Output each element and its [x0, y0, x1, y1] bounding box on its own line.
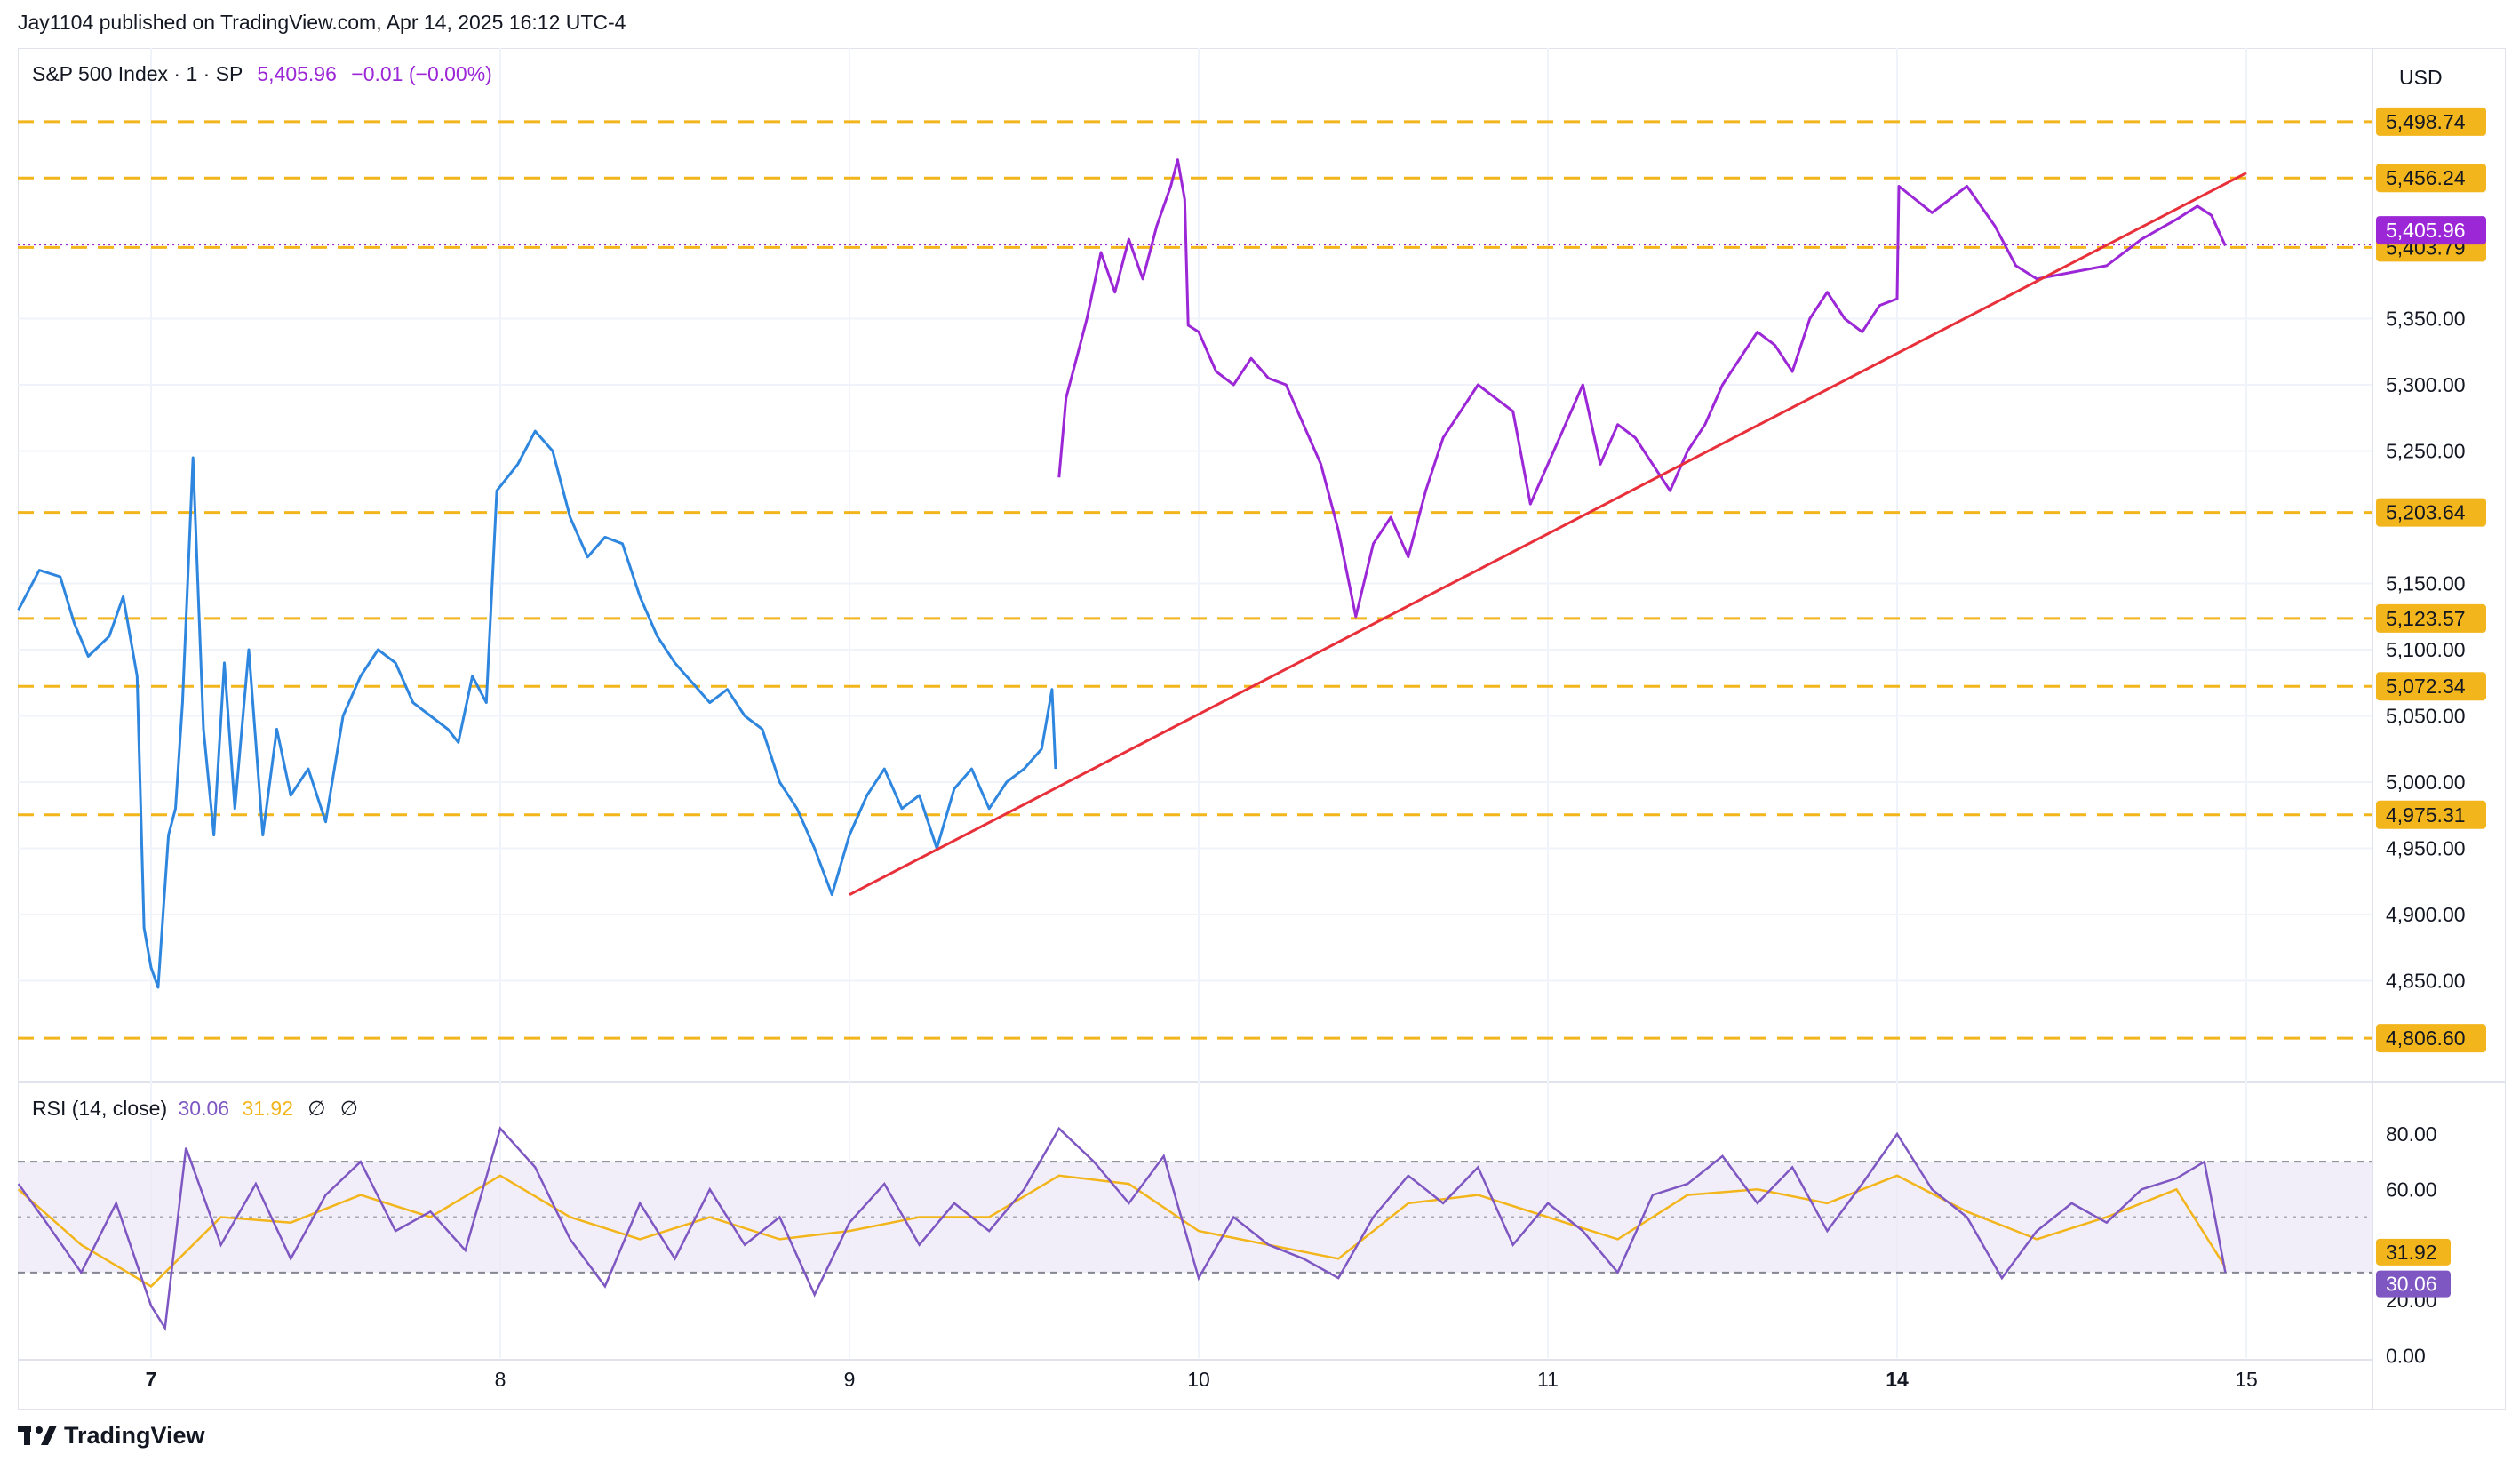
level-price-label: 5,072.34	[2386, 675, 2466, 698]
rsi-ma-legend-value: 31.92	[242, 1097, 294, 1120]
price-tick-label: 5,300.00	[2386, 373, 2466, 396]
price-tick-label: 5,050.00	[2386, 705, 2466, 728]
brand-name: TradingView	[64, 1422, 205, 1449]
level-price-label: 5,203.64	[2386, 501, 2466, 524]
rsi-tick-label: 0.00	[2386, 1344, 2426, 1367]
time-tick-label: 10	[1187, 1368, 1210, 1391]
last-price: 5,405.96	[257, 62, 337, 85]
price-tick-label: 5,150.00	[2386, 572, 2466, 595]
time-tick-label: 15	[2235, 1368, 2258, 1391]
rsi-na-2: ∅	[339, 1097, 358, 1120]
time-tick-label: 7	[146, 1368, 157, 1391]
tradingview-brand[interactable]: TradingView	[18, 1422, 205, 1450]
price-tick-label: 4,950.00	[2386, 837, 2466, 860]
level-price-label: 5,123.57	[2386, 607, 2466, 630]
rsi-tag-label: 30.06	[2386, 1273, 2437, 1296]
rsi-indicator-name[interactable]: RSI (14, close)	[32, 1097, 167, 1120]
time-tick-label: 11	[1537, 1368, 1559, 1391]
symbol-legend[interactable]: S&P 500 Index · 1 · SP 5,405.96 −0.01 (−…	[32, 62, 492, 86]
last-price-tag-label: 5,405.96	[2386, 219, 2466, 242]
price-tick-label: 5,000.00	[2386, 771, 2466, 794]
symbol-name[interactable]: S&P 500 Index · 1 · SP	[32, 62, 243, 85]
time-tick-label: 14	[1886, 1368, 1909, 1391]
rsi-legend[interactable]: RSI (14, close) 30.06 31.92 ∅ ∅	[32, 1097, 358, 1121]
price-tick-label: 5,350.00	[2386, 308, 2466, 331]
price-change: −0.01 (−0.00%)	[351, 62, 492, 85]
chart-canvas[interactable]: 4,850.00 4,900.00 4,950.00 5,000.00 5,050.00…	[0, 0, 2520, 1470]
price-series-late[interactable]	[1057, 158, 2227, 619]
price-series-early[interactable]	[17, 429, 1057, 989]
level-price-label: 4,806.60	[2386, 1027, 2466, 1050]
rsi-legend-value: 30.06	[178, 1097, 230, 1120]
tradingview-logo-icon	[18, 1425, 57, 1445]
rsi-ma-tag-label: 31.92	[2386, 1241, 2437, 1264]
time-tick-label: 8	[495, 1368, 506, 1391]
level-price-label: 5,456.24	[2386, 166, 2466, 189]
rsi-tick-label: 80.00	[2386, 1122, 2437, 1146]
price-tick-label: 5,100.00	[2386, 638, 2466, 661]
time-tick-label: 9	[844, 1368, 856, 1391]
price-tick-label: 4,900.00	[2386, 903, 2466, 926]
price-tick-label: 5,250.00	[2386, 440, 2466, 463]
level-price-label: 5,498.74	[2386, 110, 2466, 133]
rsi-na-1: ∅	[307, 1097, 326, 1120]
price-tick-label: 4,850.00	[2386, 970, 2466, 993]
level-price-label: 4,975.31	[2386, 803, 2466, 827]
rsi-tick-label: 60.00	[2386, 1178, 2437, 1201]
